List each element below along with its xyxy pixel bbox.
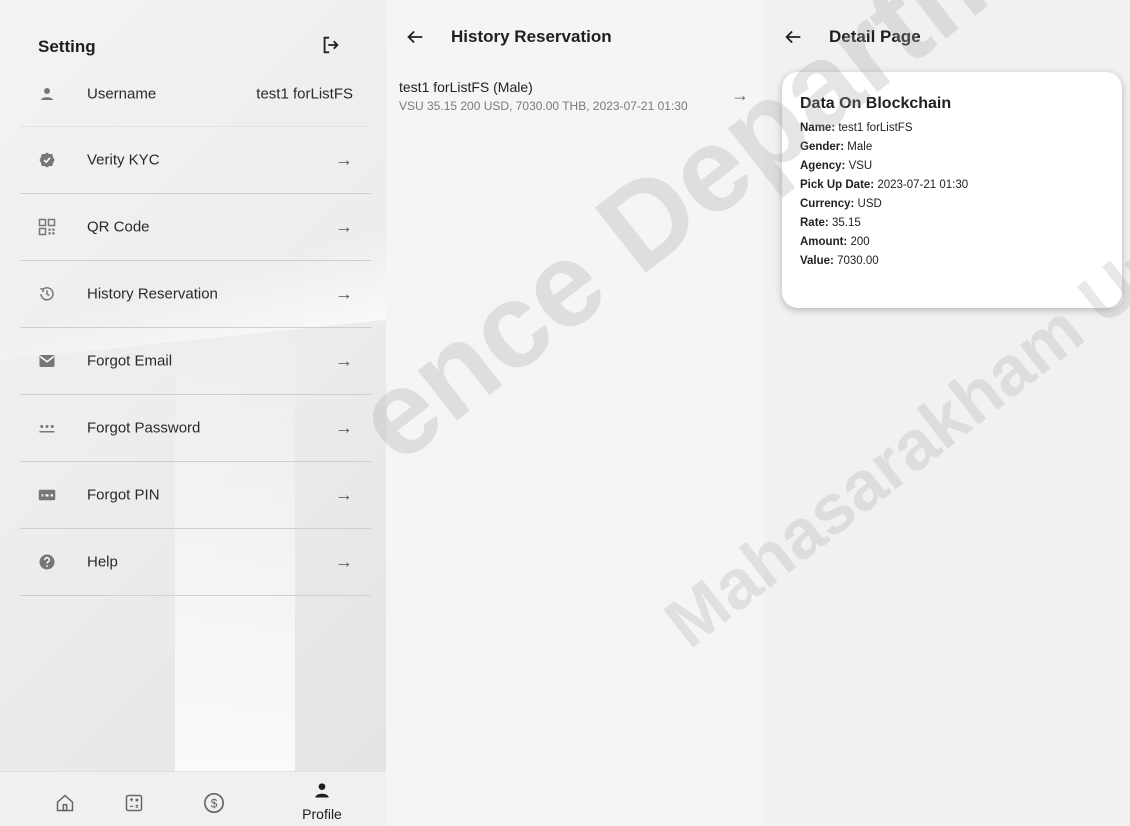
back-arrow-icon[interactable] xyxy=(782,26,804,48)
bottom-nav: $ Profile xyxy=(0,771,386,826)
nav-profile[interactable]: Profile xyxy=(292,772,352,826)
chevron-right-icon: → xyxy=(335,350,353,371)
nav-currency[interactable]: $ xyxy=(184,772,244,826)
settings-item-history-reservation[interactable]: History Reservation → xyxy=(20,261,371,328)
username-value: test1 forListFS xyxy=(256,85,353,103)
chevron-right-icon: → xyxy=(335,149,353,170)
field-currency: Currency: USD xyxy=(800,198,882,210)
field-rate: Rate: 35.15 xyxy=(800,217,861,229)
nav-home[interactable] xyxy=(35,772,95,826)
page-title: Detail Page xyxy=(829,27,921,46)
settings-panel: Setting Username test1 forListFS Verity … xyxy=(0,0,386,826)
settings-item-help[interactable]: Help → xyxy=(20,529,371,596)
nav-profile-label: Profile xyxy=(302,806,342,822)
dollar-icon: $ xyxy=(204,793,224,813)
page-title: History Reservation xyxy=(451,27,612,46)
settings-item-label: Help xyxy=(87,553,118,571)
chevron-right-icon: → xyxy=(335,551,353,572)
chevron-right-icon: → xyxy=(335,216,353,237)
field-name: Name: test1 forListFS xyxy=(800,122,913,134)
profile-icon xyxy=(315,783,329,798)
field-gender: Gender: Male xyxy=(800,141,873,153)
settings-item-verify-kyc[interactable]: Verity KYC → xyxy=(20,127,371,194)
settings-item-label: QR Code xyxy=(87,218,150,236)
settings-item-label: Forgot Email xyxy=(87,352,173,370)
settings-item-qr-code[interactable]: QR Code → xyxy=(20,194,371,261)
mail-icon xyxy=(39,355,55,367)
person-icon xyxy=(41,88,53,100)
settings-item-forgot-pin[interactable]: Forgot PIN → xyxy=(20,462,371,529)
detail-panel: Detail Page Data On Blockchain Name: tes… xyxy=(764,0,1130,826)
chevron-right-icon: → xyxy=(335,417,353,438)
reservation-list-item[interactable]: test1 forListFS (Male) VSU 35.15 200 USD… xyxy=(399,79,749,119)
card-title: Data On Blockchain xyxy=(800,95,952,112)
logout-icon[interactable] xyxy=(320,34,342,56)
settings-item-forgot-password[interactable]: Forgot Password → xyxy=(20,395,371,462)
settings-header: Setting xyxy=(38,30,366,64)
back-arrow-icon[interactable] xyxy=(404,26,426,48)
settings-item-label: Verity KYC xyxy=(87,151,160,169)
settings-item-label: Username xyxy=(87,85,157,103)
blockchain-data-card: Data On Blockchain Name: test1 forListFS… xyxy=(782,72,1122,308)
reservation-subtitle: VSU 35.15 200 USD, 7030.00 THB, 2023-07-… xyxy=(399,99,688,113)
card-fields: Name: test1 forListFS Gender: Male Agenc… xyxy=(800,119,968,271)
chevron-right-icon: → xyxy=(731,85,749,105)
home-icon xyxy=(56,794,74,812)
field-pickup-date: Pick Up Date: 2023-07-21 01:30 xyxy=(800,179,969,191)
help-icon xyxy=(39,554,55,570)
password-icon xyxy=(39,425,55,433)
calculator-icon xyxy=(125,794,143,812)
chevron-right-icon: → xyxy=(335,484,353,505)
history-icon xyxy=(40,287,54,301)
field-agency: Agency: VSU xyxy=(800,160,873,172)
settings-list: Username test1 forListFS Verity KYC → QR… xyxy=(20,62,371,596)
field-value: Value: 7030.00 xyxy=(800,255,879,267)
history-panel: History Reservation test1 forListFS (Mal… xyxy=(386,0,764,826)
settings-item-label: Forgot Password xyxy=(87,419,201,437)
chevron-right-icon: → xyxy=(335,283,353,304)
reservation-title: test1 forListFS (Male) xyxy=(399,79,533,95)
field-amount: Amount: 200 xyxy=(800,236,870,248)
settings-item-label: History Reservation xyxy=(87,285,218,303)
settings-item-username[interactable]: Username test1 forListFS xyxy=(20,62,371,127)
page-title: Setting xyxy=(38,37,96,56)
qr-code-icon xyxy=(38,218,56,236)
settings-item-label: Forgot PIN xyxy=(87,486,160,504)
nav-calculator[interactable] xyxy=(104,772,164,826)
pin-icon xyxy=(38,489,56,501)
settings-item-forgot-email[interactable]: Forgot Email → xyxy=(20,328,371,395)
svg-text:$: $ xyxy=(211,797,218,811)
verified-badge-icon xyxy=(39,152,55,168)
